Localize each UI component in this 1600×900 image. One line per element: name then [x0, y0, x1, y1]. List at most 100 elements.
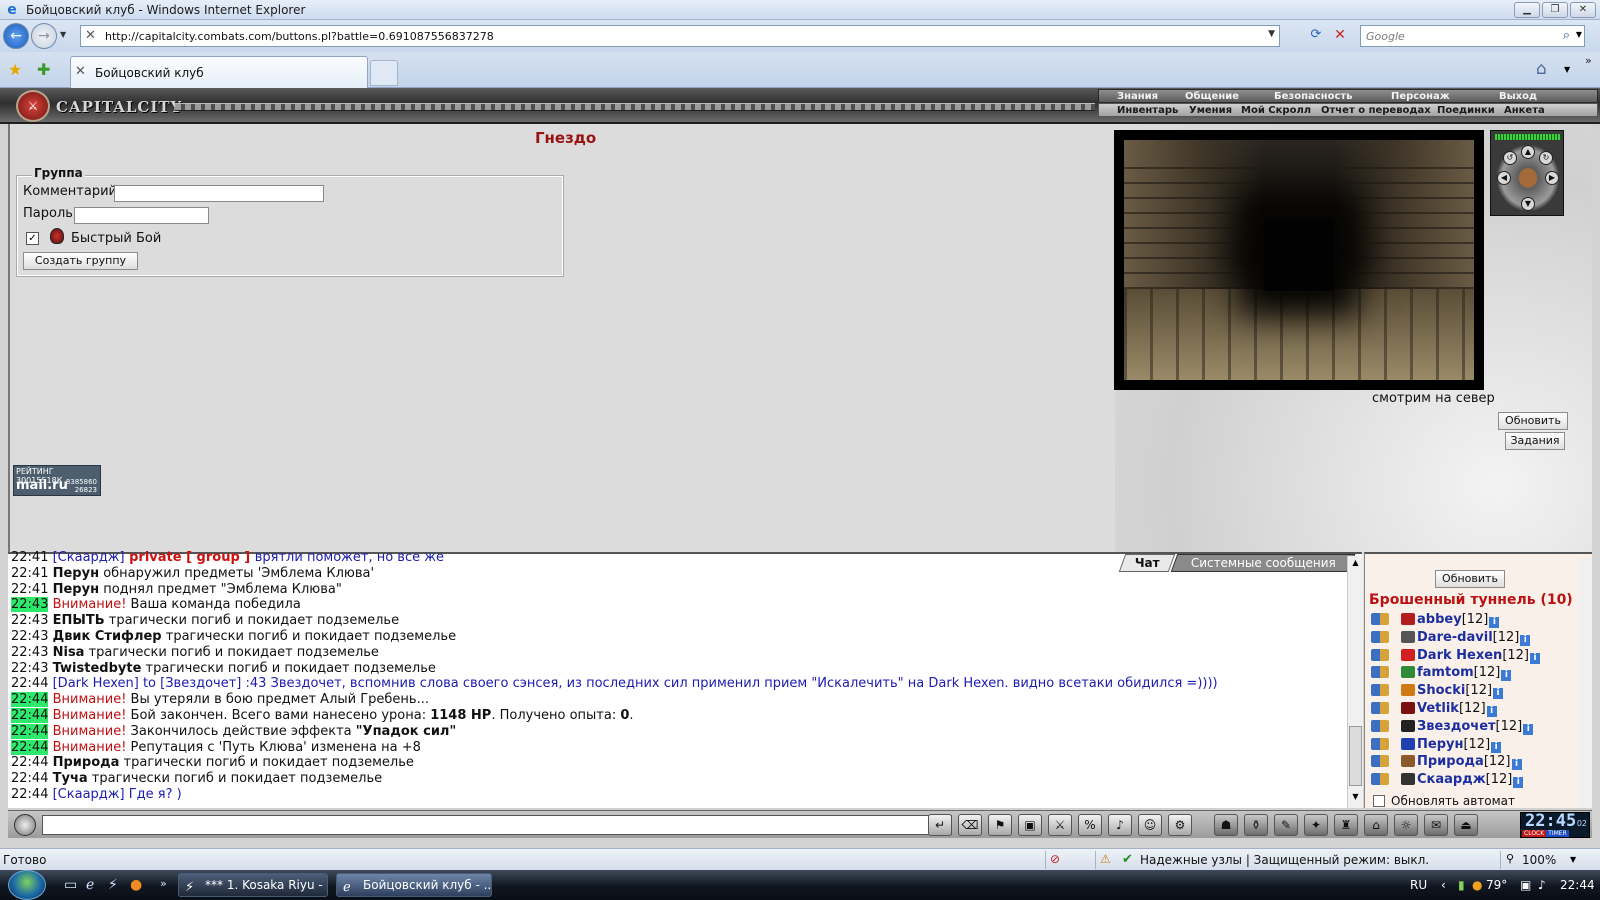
network-signal-icon[interactable]: ▮: [1458, 878, 1465, 892]
home-dropdown-icon[interactable]: ▼: [1564, 65, 1570, 74]
chat-timestamp[interactable]: 22:43: [11, 645, 48, 660]
back-button[interactable]: ←: [3, 23, 29, 49]
menu-my-scroll[interactable]: Мой Скролл: [1241, 104, 1311, 117]
inventory-shortcut-icon[interactable]: ☗: [1214, 814, 1238, 836]
chat-timestamp[interactable]: 22:44: [11, 692, 49, 708]
stop-icon[interactable]: ✕: [1330, 27, 1350, 45]
chat-timestamp[interactable]: 22:44: [11, 771, 48, 786]
user-name[interactable]: Dare-davil: [1417, 630, 1493, 645]
user-name[interactable]: Природа: [1417, 754, 1484, 769]
smiles-icon[interactable]: ☺: [1138, 814, 1162, 836]
tab-combats[interactable]: ✕ Бойцовский клуб: [70, 56, 368, 88]
menu-security[interactable]: Безопасность: [1274, 90, 1353, 103]
fight-icon[interactable]: ⚔: [1048, 814, 1072, 836]
tasks-button[interactable]: Задания: [1505, 432, 1565, 450]
security-warning-icon[interactable]: ⚠: [1100, 852, 1111, 866]
chat-timestamp[interactable]: 22:44: [11, 787, 48, 802]
menu-knowledge[interactable]: Знания: [1117, 90, 1158, 103]
address-field[interactable]: ✕ http://capitalcity.combats.com/buttons…: [80, 25, 1280, 47]
user-name[interactable]: Скаардж: [1417, 772, 1486, 787]
chat-scrollbar[interactable]: ▲ ▼: [1347, 556, 1363, 808]
user-info-icon[interactable]: i: [1511, 759, 1522, 771]
taskbar-clock[interactable]: 22:44: [1560, 878, 1595, 892]
private-message-icon[interactable]: [1371, 648, 1389, 661]
chat-nick[interactable]: [Скаардж]: [53, 787, 125, 802]
tray-expand-icon[interactable]: ‹: [1441, 878, 1446, 892]
timer-mode-label[interactable]: TIMER: [1546, 830, 1569, 837]
users-scrollbar[interactable]: [1578, 558, 1592, 808]
weather-icon[interactable]: ●: [1472, 878, 1482, 892]
tab-chat[interactable]: Чат: [1118, 554, 1176, 572]
chat-scroll-thumb[interactable]: [1349, 726, 1362, 786]
language-indicator[interactable]: RU: [1410, 878, 1427, 892]
scroll-down-icon[interactable]: ▼: [1348, 792, 1363, 806]
search-input[interactable]: Google ⌕ ▼: [1360, 25, 1585, 47]
chat-timestamp[interactable]: 22:43: [11, 613, 48, 628]
menu-fights[interactable]: Поединки: [1437, 104, 1495, 117]
menu-exit[interactable]: Выход: [1499, 90, 1537, 103]
start-button[interactable]: [8, 870, 46, 900]
chat-timestamp[interactable]: 22:41: [11, 582, 48, 597]
chat-timestamp[interactable]: 22:41: [11, 550, 48, 565]
minimize-button[interactable]: ▁: [1514, 2, 1540, 18]
sound-icon[interactable]: ♪: [1108, 814, 1132, 836]
user-info-icon[interactable]: i: [1501, 670, 1512, 682]
turn-left-icon[interactable]: ◀: [1497, 171, 1511, 185]
exit-game-icon[interactable]: ⏏: [1454, 814, 1478, 836]
home-icon[interactable]: ⌂: [1536, 59, 1547, 79]
clan-chat-icon[interactable]: ⚙: [1168, 814, 1192, 836]
menu-communication[interactable]: Общение: [1185, 90, 1239, 103]
private-message-icon[interactable]: [1371, 719, 1389, 732]
dungeon-view[interactable]: [1114, 130, 1484, 390]
more-tools-chevron-icon[interactable]: »: [1585, 54, 1592, 67]
zoom-dropdown-icon[interactable]: ▼: [1570, 855, 1576, 864]
security-zone-text[interactable]: Надежные узлы | Защищенный режим: выкл.: [1140, 853, 1429, 867]
forward-button[interactable]: →: [31, 23, 57, 49]
refresh-users-button[interactable]: Обновить: [1435, 570, 1505, 588]
network-icon[interactable]: ▣: [1520, 878, 1531, 892]
user-row[interactable]: Dare-davil[12] i: [1371, 630, 1571, 648]
tab-system-messages[interactable]: Системные сообщения: [1170, 554, 1356, 572]
quicklaunch-more-icon[interactable]: »: [160, 877, 167, 890]
user-info-icon[interactable]: i: [1489, 617, 1500, 628]
quicklaunch-firefox-icon[interactable]: ●: [130, 877, 142, 893]
chat-timestamp[interactable]: 22:44: [11, 676, 48, 691]
strafe-left-icon[interactable]: ↺: [1503, 151, 1517, 165]
mail-icon[interactable]: ✉: [1424, 814, 1448, 836]
user-name[interactable]: Dark Hexen: [1417, 648, 1502, 663]
chat-timestamp[interactable]: 22:43: [11, 629, 48, 644]
map-icon[interactable]: ✎: [1274, 814, 1298, 836]
create-group-button[interactable]: Создать группу: [23, 252, 138, 270]
user-row[interactable]: Природа[12] i: [1371, 754, 1571, 772]
quicklaunch-ie-icon[interactable]: ℯ: [86, 877, 94, 893]
user-name[interactable]: Перун: [1417, 737, 1463, 752]
chat-message-input[interactable]: [42, 815, 952, 835]
add-favorites-icon[interactable]: ✚: [37, 60, 50, 79]
bag-icon[interactable]: ⚱: [1244, 814, 1268, 836]
user-info-icon[interactable]: i: [1513, 777, 1524, 789]
friends-icon[interactable]: ☼: [1394, 814, 1418, 836]
mailru-rating-counter[interactable]: РЕЙТИНГ 30015518К mail.ru 8385860 26823: [13, 465, 101, 496]
menu-skills[interactable]: Умения: [1189, 104, 1232, 117]
user-info-icon[interactable]: i: [1493, 688, 1504, 700]
user-info-icon[interactable]: i: [1523, 723, 1534, 735]
user-row[interactable]: Shocki[12] i: [1371, 683, 1571, 701]
popup-blocker-icon[interactable]: ⊘: [1050, 852, 1060, 866]
close-window-button[interactable]: ✕: [1570, 2, 1596, 18]
address-dropdown-icon[interactable]: ▼: [1268, 29, 1275, 39]
refresh-location-button[interactable]: Обновить: [1498, 412, 1568, 430]
user-info-icon[interactable]: i: [1530, 652, 1540, 664]
taskbar-button-kosaka[interactable]: ⚡ *** 1. Kosaka Riyu - ...: [178, 873, 328, 897]
search-icon[interactable]: ⌕: [1563, 28, 1570, 43]
quicklaunch-app-icon[interactable]: ⚡: [108, 877, 118, 893]
move-forward-icon[interactable]: ▲: [1521, 145, 1535, 159]
private-message-icon[interactable]: [1371, 701, 1389, 714]
auto-update-checkbox[interactable]: [1373, 795, 1385, 807]
chat-timestamp[interactable]: 22:43: [11, 661, 48, 676]
skills-shortcut-icon[interactable]: ✦: [1304, 814, 1328, 836]
chat-timestamp[interactable]: 22:44: [11, 739, 49, 755]
maximize-button[interactable]: ❐: [1542, 2, 1568, 18]
private-message-icon[interactable]: [1371, 755, 1389, 768]
private-message-icon[interactable]: [1371, 666, 1389, 679]
move-back-icon[interactable]: ▼: [1521, 197, 1535, 211]
